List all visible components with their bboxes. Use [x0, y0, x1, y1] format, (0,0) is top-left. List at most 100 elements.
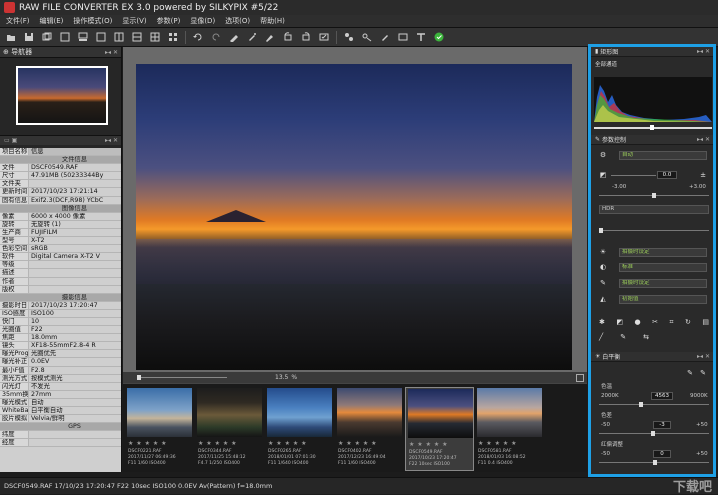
exposure-slider[interactable]: [599, 193, 709, 198]
menu-mode[interactable]: 操作模式(O): [73, 16, 112, 26]
info-value: 不发光: [31, 382, 50, 390]
menu-view[interactable]: 显示(V): [122, 16, 146, 26]
exposure-icon[interactable]: ◩: [599, 171, 607, 179]
open-icon[interactable]: [5, 31, 17, 43]
spot-icon[interactable]: [361, 31, 373, 43]
color-dropdown[interactable]: 拍摄时设定: [619, 279, 707, 288]
rating-stars[interactable]: ★ ★ ★ ★ ★: [268, 440, 307, 447]
layout-compare-icon[interactable]: [95, 31, 107, 43]
grid-view-icon[interactable]: [149, 31, 161, 43]
cut-icon[interactable]: ✂: [652, 318, 658, 328]
rotate-left-icon[interactable]: [282, 31, 294, 43]
rating-stars[interactable]: ★ ★ ★ ★ ★: [338, 440, 377, 447]
compare-icon[interactable]: [343, 31, 355, 43]
thumbnail-image[interactable]: [267, 388, 332, 437]
fine-value[interactable]: 0: [653, 450, 671, 458]
shuffle-icon[interactable]: ⇆: [643, 333, 649, 343]
exposure-auto-icon[interactable]: ±: [699, 171, 707, 179]
thumbnail-image[interactable]: [408, 389, 473, 438]
navigator-thumbnail[interactable]: [16, 66, 108, 125]
temp-slider[interactable]: [599, 402, 709, 407]
preset-dropdown[interactable]: 自动: [619, 151, 707, 160]
menu-develop[interactable]: 显像(D): [190, 16, 215, 26]
undo-icon[interactable]: [192, 31, 204, 43]
fine-slider[interactable]: [599, 460, 709, 465]
filmstrip-thumbnail[interactable]: ★ ★ ★ ★ ★ DSCF0549.RAF 2017/10/23 17:20:47…: [405, 387, 474, 471]
thumbnail-image[interactable]: [197, 388, 262, 437]
rotate-right-icon[interactable]: [300, 31, 312, 43]
rating-stars[interactable]: ★ ★ ★ ★ ★: [198, 440, 237, 447]
brush-tool-icon[interactable]: ✎: [620, 333, 626, 343]
layout-hsplit-icon[interactable]: [131, 31, 143, 43]
wb-dropper-icon[interactable]: ✎: [686, 369, 694, 377]
zoom-slider[interactable]: [137, 375, 227, 380]
rating-stars[interactable]: ★ ★ ★ ★ ★: [478, 440, 517, 447]
tone-dropdown[interactable]: 标准: [619, 263, 707, 272]
pin-icon[interactable]: ▸◂ ✕: [697, 48, 710, 55]
develop-confirm-icon[interactable]: [433, 31, 445, 43]
pin-icon[interactable]: ▸◂ ✕: [697, 353, 710, 360]
wb-auto-icon[interactable]: ✎: [699, 369, 707, 377]
info-row: 尺寸 47.91MB (50233344By: [0, 172, 121, 181]
dropper-icon[interactable]: [379, 31, 391, 43]
exposure-slider-left[interactable]: [611, 175, 656, 176]
pen-icon[interactable]: ╱: [599, 333, 603, 343]
fit-icon[interactable]: [576, 373, 584, 382]
filmstrip-thumbnail[interactable]: ★ ★ ★ ★ ★ DSCF0402.RAF 2017/12/23 16:49:04…: [335, 387, 404, 471]
rating-stars[interactable]: ★ ★ ★ ★ ★: [128, 440, 167, 447]
hdr-dropdown[interactable]: HDR: [599, 205, 709, 214]
hdr-slider[interactable]: [599, 228, 709, 233]
redo-icon[interactable]: [210, 31, 222, 43]
text-tool-icon[interactable]: [415, 31, 427, 43]
info-key: 镜头: [0, 342, 29, 350]
sharpness-dropdown[interactable]: 初始值: [619, 295, 707, 304]
layout-strip-icon[interactable]: [77, 31, 89, 43]
paste-params-icon[interactable]: [246, 31, 258, 43]
exposure-value[interactable]: 0.0: [657, 171, 677, 179]
thumbnail-image[interactable]: [477, 388, 542, 437]
wb-preset-dropdown[interactable]: 拍摄时设定: [619, 248, 707, 257]
crop-icon[interactable]: ⌗: [669, 318, 673, 328]
rotate-icon[interactable]: ↻: [685, 318, 691, 328]
batch-icon[interactable]: [41, 31, 53, 43]
sun-icon[interactable]: ☀: [599, 248, 607, 256]
filmstrip-thumbnail[interactable]: ★ ★ ★ ★ ★ DSCF0581.RAF 2018/01/03 16:08:52…: [475, 387, 544, 471]
filmstrip-thumbnail[interactable]: ★ ★ ★ ★ ★ DSCF0265.RAF 2018/01/01 07:01:30…: [265, 387, 334, 471]
sharpness-icon[interactable]: ◭: [599, 295, 607, 303]
temp-value[interactable]: 4563: [651, 392, 673, 400]
mark-icon[interactable]: [318, 31, 330, 43]
dropper-icon[interactable]: ✎: [599, 279, 607, 287]
filmstrip-thumbnail[interactable]: ★ ★ ★ ★ ★ DSCF0344.RAF 2017/11/25 15:48:12…: [195, 387, 264, 471]
layout-single-icon[interactable]: [59, 31, 71, 43]
lens-icon[interactable]: ◩: [616, 318, 623, 328]
layout-split-icon[interactable]: [113, 31, 125, 43]
tint-slider[interactable]: [599, 431, 709, 436]
vignette-icon[interactable]: ●: [635, 318, 641, 328]
pin-icon[interactable]: ▸◂ ✕: [697, 136, 710, 143]
thumbnail-view-icon[interactable]: [167, 31, 179, 43]
menu-options[interactable]: 选项(O): [225, 16, 250, 26]
copy-params-icon[interactable]: [228, 31, 240, 43]
contrast-icon[interactable]: ◐: [599, 263, 607, 271]
tint-value[interactable]: -3: [653, 421, 671, 429]
channel-select[interactable]: 全部通道: [595, 60, 617, 68]
brush-icon[interactable]: [264, 31, 276, 43]
menu-file[interactable]: 文件(F): [6, 16, 30, 26]
menu-help[interactable]: 帮助(H): [260, 16, 285, 26]
thumbnail-image[interactable]: [337, 388, 402, 437]
info-tab-icon[interactable]: ▭ ▣: [4, 137, 17, 144]
menu-params[interactable]: 参数(P): [157, 16, 181, 26]
noise-icon[interactable]: ✱: [599, 318, 605, 328]
filmstrip-thumbnail[interactable]: ★ ★ ★ ★ ★ DSCF0221.RAF 2017/11/27 06:49:36…: [125, 387, 194, 471]
levels-icon[interactable]: ▤: [702, 318, 709, 328]
main-preview-image[interactable]: [136, 64, 572, 370]
info-key: 更新时间: [0, 188, 29, 196]
rating-stars[interactable]: ★ ★ ★ ★ ★: [409, 441, 448, 448]
pin-icon[interactable]: ▸◂ ✕: [105, 49, 118, 56]
thumbnail-image[interactable]: [127, 388, 192, 437]
save-icon[interactable]: [23, 31, 35, 43]
preset-gear-icon[interactable]: ⚙: [599, 151, 607, 159]
menu-edit[interactable]: 编辑(E): [40, 16, 64, 26]
screen-icon[interactable]: [397, 31, 409, 43]
pin-icon[interactable]: ▸◂ ✕: [105, 137, 118, 144]
